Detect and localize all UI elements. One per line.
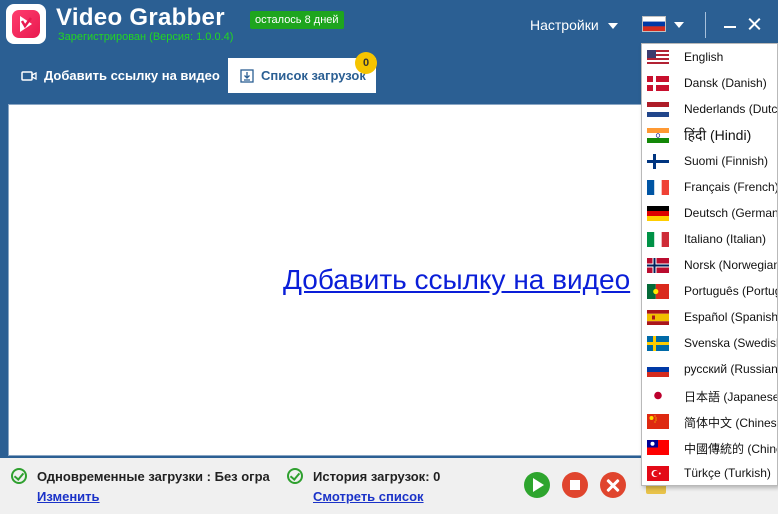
norway-flag-icon (647, 258, 669, 273)
language-option-danish[interactable]: Dansk (Danish) (642, 70, 777, 96)
language-label: 中國傳統的 (Chinese) (684, 442, 777, 456)
netherlands-flag-icon (647, 102, 669, 117)
language-label: Français (French) (684, 180, 778, 194)
language-option-english[interactable]: English (642, 44, 777, 70)
russia-flag-icon (642, 16, 666, 32)
check-circle-icon (11, 468, 27, 484)
language-option-russian[interactable]: русский (Russian) (642, 356, 778, 382)
start-download-button[interactable] (524, 472, 550, 498)
language-selector-button[interactable] (642, 16, 686, 34)
language-option-turkish[interactable]: Türkçe (Turkish) (642, 460, 777, 485)
app-logo-icon (6, 4, 46, 44)
language-option-italian[interactable]: Italiano (Italian) (642, 226, 777, 252)
language-option-japanese[interactable]: 日本語 (Japanese) (642, 382, 778, 408)
check-circle-icon (287, 468, 303, 484)
view-history-link[interactable]: Смотреть список (313, 489, 424, 504)
language-label: Italiano (Italian) (684, 232, 767, 246)
chevron-down-icon (674, 22, 684, 28)
italy-flag-icon (647, 232, 669, 247)
germany-flag-icon (647, 206, 669, 221)
japan-flag-icon (647, 388, 669, 403)
spain-flag-icon (647, 310, 669, 325)
language-dropdown: English Dansk (Danish) Nederlands (Dutch… (641, 43, 778, 486)
app-title: Video Grabber (56, 4, 225, 31)
language-label: Norsk (Norwegian) (684, 258, 778, 272)
china-flag-icon (647, 414, 669, 429)
language-label: 日本語 (Japanese) (684, 390, 778, 404)
language-option-french[interactable]: Français (French) (642, 174, 778, 200)
settings-label: Настройки (530, 17, 599, 33)
language-label: Dansk (Danish) (684, 76, 767, 90)
finland-flag-icon (647, 154, 669, 169)
download-count-badge: 0 (355, 52, 377, 74)
language-option-chinese-simplified[interactable]: 简体中文 (Chinese) (642, 408, 778, 434)
language-label: हिंदी (Hindi) (684, 127, 752, 143)
add-video-link[interactable]: Добавить ссылку на видео (283, 264, 630, 296)
language-option-swedish[interactable]: Svenska (Swedish) (642, 330, 778, 356)
language-option-hindi[interactable]: हिंदी (Hindi) (642, 122, 777, 148)
language-label: Türkçe (Turkish) (684, 466, 771, 480)
download-list-icon (240, 68, 254, 83)
download-list-panel: Добавить ссылку на видео (8, 104, 642, 456)
language-label: Suomi (Finnish) (684, 154, 769, 168)
change-concurrent-link[interactable]: Изменить (37, 489, 100, 504)
language-label: Português (Portuguese) (684, 284, 777, 298)
france-flag-icon (647, 180, 669, 195)
cancel-download-button[interactable] (600, 472, 626, 498)
header-divider (705, 12, 706, 38)
concurrent-downloads-label: Одновременные загрузки : Без огра (37, 469, 270, 484)
taiwan-flag-icon (647, 440, 669, 455)
tab-label: Список загрузок (261, 68, 366, 83)
russia-flag-icon (647, 362, 669, 377)
close-button[interactable] (744, 14, 764, 34)
registration-status: Зарегистрирован (Версия: 1.0.0.4) (58, 31, 234, 43)
chevron-down-icon (607, 23, 618, 30)
language-option-german[interactable]: Deutsch (German) (642, 200, 778, 226)
language-label: Nederlands (Dutch) (684, 102, 778, 116)
language-label: русский (Russian) (684, 362, 778, 376)
tab-download-list[interactable]: Список загрузок (228, 58, 376, 93)
trial-badge: осталось 8 дней (250, 11, 344, 29)
language-label: Español (Spanish) (684, 310, 778, 324)
denmark-flag-icon (647, 76, 669, 91)
language-option-finnish[interactable]: Suomi (Finnish) (642, 148, 777, 174)
language-option-norwegian[interactable]: Norsk (Norwegian) (642, 252, 778, 278)
sweden-flag-icon (647, 336, 669, 351)
language-label: 简体中文 (Chinese) (684, 416, 778, 430)
download-history-label: История загрузок: 0 (313, 469, 441, 484)
tab-add-video-link[interactable]: Добавить ссылку на видео (8, 58, 226, 93)
video-camera-icon (21, 70, 37, 81)
language-option-chinese-traditional[interactable]: 中國傳統的 (Chinese) (642, 434, 777, 460)
language-label: Deutsch (German) (684, 206, 778, 220)
language-option-dutch[interactable]: Nederlands (Dutch) (642, 96, 778, 122)
stop-download-button[interactable] (562, 472, 588, 498)
portugal-flag-icon (647, 284, 669, 299)
india-flag-icon (647, 128, 669, 143)
language-label: English (684, 50, 724, 64)
language-label: Svenska (Swedish) (684, 336, 778, 350)
us-flag-icon (647, 50, 669, 65)
minimize-button[interactable] (720, 14, 740, 34)
turkey-flag-icon (647, 466, 669, 481)
settings-menu[interactable]: Настройки (530, 17, 618, 33)
language-option-spanish[interactable]: Español (Spanish) (642, 304, 778, 330)
tab-label: Добавить ссылку на видео (44, 68, 220, 83)
language-option-portuguese[interactable]: Português (Portuguese) (642, 278, 777, 304)
